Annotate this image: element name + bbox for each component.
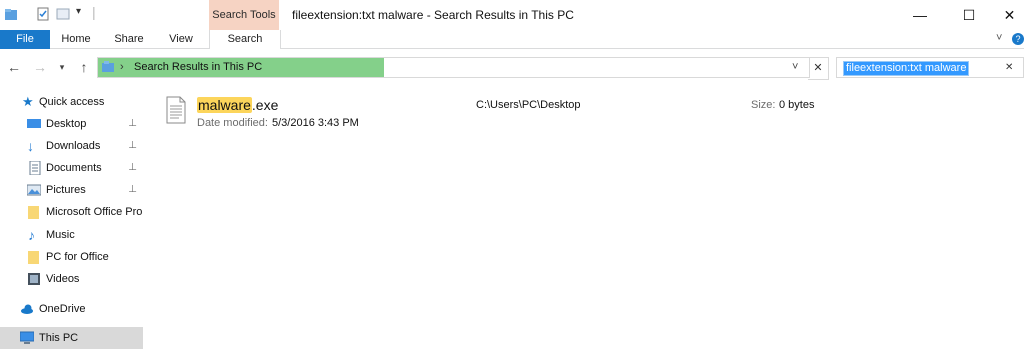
file-extension: .exe [251, 97, 279, 113]
ribbon-tab-bar [0, 30, 1024, 49]
nav-item-desktop[interactable]: Desktop ⊥ [0, 113, 143, 135]
search-tools-contextual-header: Search Tools [209, 0, 279, 30]
address-dropdown-icon[interactable]: ˅ [792, 58, 798, 77]
pictures-icon [27, 184, 41, 196]
search-results-folder-icon [102, 61, 114, 72]
back-button[interactable]: ← [4, 56, 24, 78]
nav-item-videos[interactable]: Videos [0, 268, 143, 290]
nav-label: Pictures [46, 184, 86, 196]
tab-search[interactable]: Search [209, 30, 281, 49]
desktop-icon [27, 119, 41, 128]
videos-icon [28, 273, 40, 285]
folder-icon [28, 251, 39, 264]
nav-label: OneDrive [39, 303, 86, 315]
size-label: Size: [751, 99, 776, 111]
pin-icon: ⊥ [128, 162, 137, 173]
result-file-path: C:\Users\PC\Desktop [476, 99, 581, 111]
nav-quick-access[interactable]: ★ Quick access [0, 91, 143, 113]
download-arrow-icon: ↓ [27, 138, 34, 154]
help-icon[interactable]: ? [1012, 33, 1024, 45]
tab-view[interactable]: View [160, 30, 202, 49]
nav-item-music[interactable]: ♪ Music [0, 224, 143, 246]
nav-item-pictures[interactable]: Pictures ⊥ [0, 179, 143, 201]
nav-onedrive[interactable]: OneDrive [0, 298, 143, 320]
pin-icon: ⊥ [128, 118, 137, 129]
music-note-icon: ♪ [28, 227, 35, 243]
nav-label: Desktop [46, 118, 87, 130]
qat-divider: | [92, 4, 96, 20]
nav-label: This PC [39, 332, 79, 344]
breadcrumb-separator[interactable]: › [120, 58, 124, 77]
recent-locations-icon[interactable]: ▾ [52, 56, 72, 78]
nav-label: Microsoft Office Pro [46, 206, 143, 218]
search-input[interactable]: fileextension:txt malware ✕ [836, 57, 1024, 78]
folder-icon [28, 206, 39, 219]
pin-icon: ⊥ [128, 184, 137, 195]
nav-label: Quick access [39, 96, 105, 108]
tab-file[interactable]: File [0, 30, 50, 49]
text-file-icon [166, 96, 186, 124]
properties-icon[interactable] [36, 7, 50, 21]
documents-icon [29, 161, 41, 175]
minimize-button[interactable]: — [897, 0, 943, 30]
result-file-name[interactable]: malware.exe [197, 96, 278, 114]
computer-icon [20, 331, 34, 344]
cloud-icon [21, 304, 33, 314]
tab-share[interactable]: Share [108, 30, 150, 49]
nav-this-pc[interactable]: This PC [0, 327, 143, 349]
nav-item-downloads[interactable]: ↓ Downloads ⊥ [0, 135, 143, 157]
nav-label: Downloads [46, 140, 101, 152]
nav-label: Documents [46, 162, 102, 174]
clear-search-icon[interactable]: ✕ [1005, 58, 1013, 77]
search-tools-label: Search Tools [212, 9, 276, 21]
folder-app-icon[interactable] [4, 7, 18, 21]
nav-item-documents[interactable]: Documents ⊥ [0, 157, 143, 179]
nav-item-pc-for-office[interactable]: PC for Office [0, 246, 143, 268]
nav-item-microsoft-office[interactable]: Microsoft Office Pro [0, 201, 143, 223]
address-location[interactable]: Search Results in This PC [134, 58, 262, 77]
search-term-highlight: malware [197, 97, 252, 113]
search-query-text[interactable]: fileextension:txt malware [843, 61, 970, 76]
nav-label: Music [46, 229, 75, 241]
nav-label: PC for Office [46, 251, 109, 263]
new-folder-icon[interactable] [56, 7, 70, 21]
date-modified-label: Date modified: [197, 117, 268, 129]
date-modified-value: 5/3/2016 3:43 PM [272, 117, 359, 129]
tab-home[interactable]: Home [55, 30, 97, 49]
collapse-ribbon-icon[interactable]: ˅ [996, 32, 1002, 44]
maximize-button[interactable]: ☐ [946, 0, 992, 30]
size-value: 0 bytes [779, 99, 815, 111]
window-title: fileextension:txt malware - Search Resul… [292, 8, 574, 22]
cancel-search-icon[interactable]: ✕ [808, 57, 829, 80]
address-bar[interactable]: › Search Results in This PC ˅ [97, 57, 810, 78]
up-button[interactable]: ↑ [74, 56, 94, 78]
nav-label: Videos [46, 273, 80, 285]
close-button[interactable]: ✕ [995, 0, 1024, 30]
star-icon: ★ [22, 94, 34, 109]
forward-button[interactable]: → [30, 56, 50, 78]
pin-icon: ⊥ [128, 140, 137, 151]
customize-qat-icon[interactable]: ▾ [76, 6, 81, 17]
